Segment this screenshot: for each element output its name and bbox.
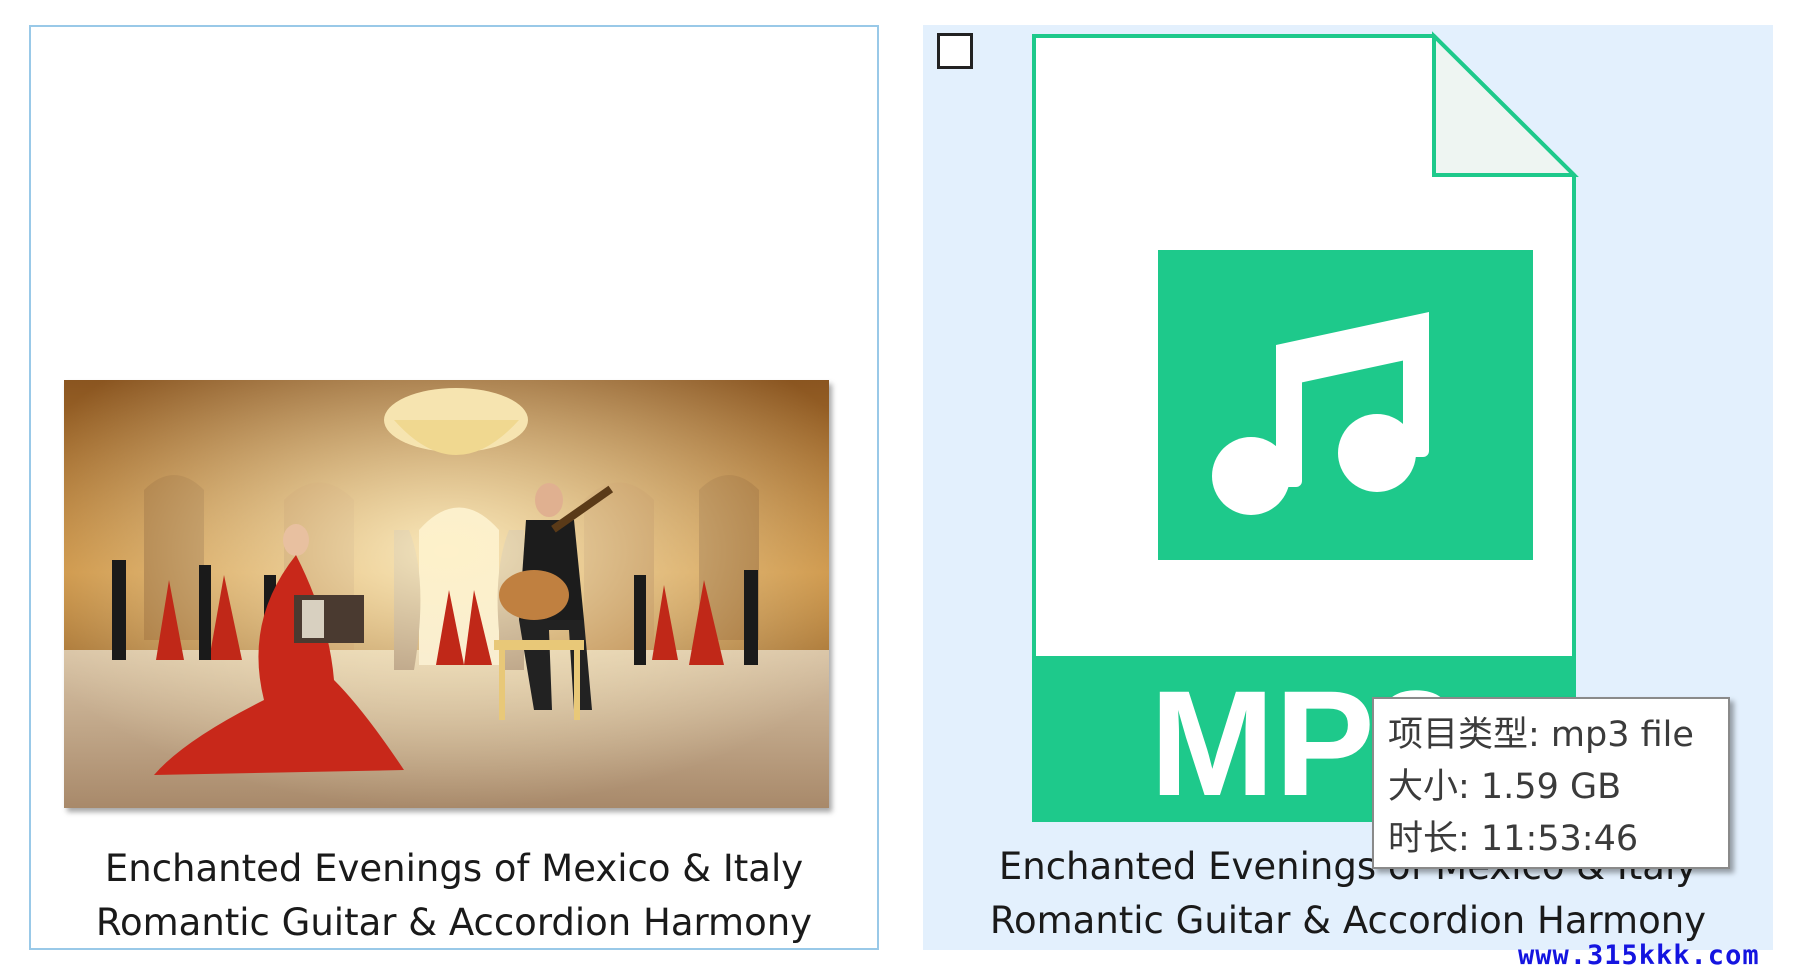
- tooltip-duration: 时长: 11:53:46: [1388, 819, 1639, 859]
- tooltip-size: 大小: 1.59 GB: [1388, 767, 1622, 807]
- file-tile-image[interactable]: Enchanted Evenings of Mexico & Italy Rom…: [29, 25, 879, 950]
- thumbnail-image: [64, 380, 829, 808]
- file-name-line-1: Enchanted Evenings of Mexico & Italy: [104, 847, 804, 890]
- file-name-label: Enchanted Evenings of Mexico & Italy Rom…: [31, 842, 877, 950]
- file-name-line-2: Romantic Guitar & Accordion Harmony: [95, 901, 813, 944]
- file-info-tooltip: 项目类型: mp3 file 大小: 1.59 GB 时长: 11:53:46: [1372, 697, 1730, 869]
- site-watermark: www.315kkk.com: [1518, 940, 1760, 971]
- select-checkbox[interactable]: [937, 33, 973, 69]
- tooltip-item-type: 项目类型: mp3 file: [1388, 715, 1694, 755]
